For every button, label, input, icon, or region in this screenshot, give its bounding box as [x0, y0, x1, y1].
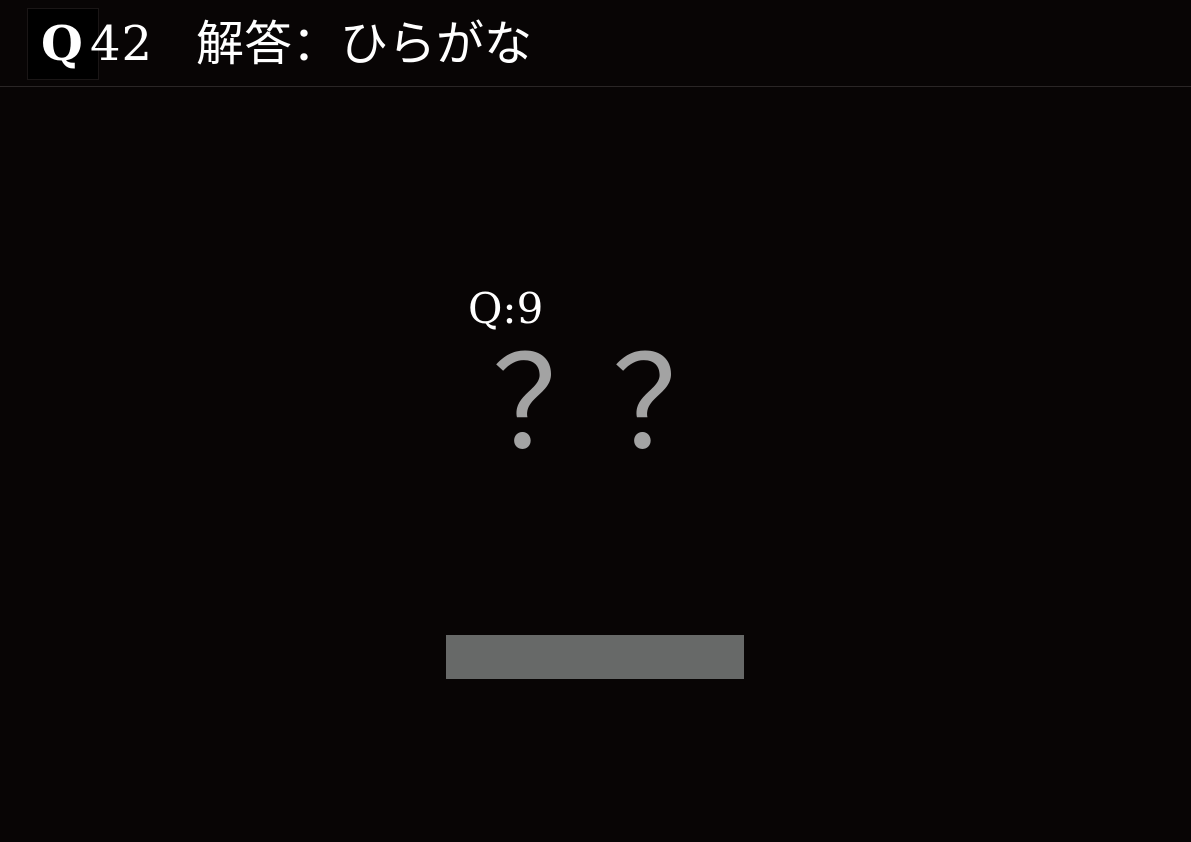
answer-input[interactable] [446, 635, 744, 679]
puzzle-label: Q:9 [468, 284, 544, 333]
answer-type-title: 解答：ひらがな [196, 16, 533, 72]
question-number: 42 [90, 16, 154, 72]
q-logo-badge: Q [27, 8, 99, 80]
hidden-answer-chars: ？ ？ [492, 330, 741, 479]
hidden-char-2: ？ [612, 330, 741, 479]
header-bar: Q 42 解答：ひらがな [0, 0, 1191, 87]
hidden-char-1: ？ [492, 330, 621, 479]
q-logo-letter: Q [41, 16, 83, 72]
